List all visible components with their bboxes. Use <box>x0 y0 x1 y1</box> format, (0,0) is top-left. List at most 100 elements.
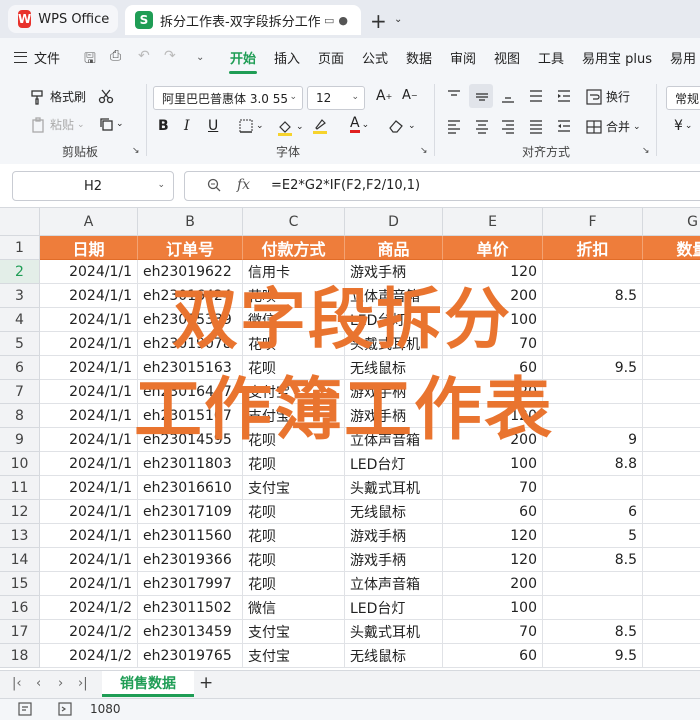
table-cell[interactable]: eh23011560 <box>138 524 243 548</box>
align-top-icon[interactable] <box>446 88 462 104</box>
table-cell[interactable]: 信用卡 <box>243 260 345 284</box>
table-cell[interactable]: LED台灯 <box>345 308 443 332</box>
row-header[interactable]: 17 <box>0 620 40 644</box>
table-cell[interactable]: 200 <box>443 284 543 308</box>
table-cell[interactable] <box>643 596 700 620</box>
row-header[interactable]: 4 <box>0 308 40 332</box>
table-cell[interactable]: 2024/1/1 <box>40 500 138 524</box>
table-cell[interactable] <box>543 380 643 404</box>
table-cell[interactable]: 2024/1/1 <box>40 380 138 404</box>
table-cell[interactable] <box>543 404 643 428</box>
table-cell[interactable]: 2024/1/1 <box>40 452 138 476</box>
table-cell[interactable]: eh23019078 <box>138 332 243 356</box>
table-cell[interactable] <box>543 308 643 332</box>
wps-office-tab[interactable]: W WPS Office <box>8 5 118 33</box>
table-cell[interactable]: 70 <box>443 620 543 644</box>
clipboard-launcher-icon[interactable]: ↘ <box>132 146 140 156</box>
table-cell[interactable] <box>643 644 700 668</box>
table-cell[interactable]: 100 <box>443 596 543 620</box>
table-cell[interactable]: eh23019765 <box>138 644 243 668</box>
select-all-corner[interactable] <box>0 208 40 236</box>
table-cell[interactable]: 2024/1/1 <box>40 428 138 452</box>
table-cell[interactable]: eh23015339 <box>138 308 243 332</box>
table-cell[interactable]: 2024/1/1 <box>40 404 138 428</box>
new-tab-icon[interactable]: + <box>370 9 387 33</box>
table-cell[interactable]: 70 <box>443 332 543 356</box>
row-header[interactable]: 9 <box>0 428 40 452</box>
font-color-icon[interactable]: A ⌄ <box>350 116 369 133</box>
format-painter-button[interactable]: 格式刷 <box>30 88 86 105</box>
merge-button[interactable]: 合并 ⌄ <box>586 118 641 135</box>
tab-yiyong[interactable]: 易用 <box>670 48 696 67</box>
indent-icon[interactable] <box>556 88 572 104</box>
tab-page[interactable]: 页面 <box>318 48 344 67</box>
table-cell[interactable]: 头戴式耳机 <box>345 332 443 356</box>
table-cell[interactable]: 9.5 <box>543 644 643 668</box>
font-launcher-icon[interactable]: ↘ <box>420 146 428 156</box>
row-header[interactable]: 14 <box>0 548 40 572</box>
table-cell[interactable] <box>643 260 700 284</box>
tab-status-dot-icon[interactable]: ● <box>338 14 348 27</box>
table-cell[interactable]: 支付宝 <box>243 404 345 428</box>
table-cell[interactable]: 60 <box>443 356 543 380</box>
row-header[interactable]: 2 <box>0 260 40 284</box>
table-cell[interactable]: 花呗 <box>243 500 345 524</box>
row-header[interactable]: 13 <box>0 524 40 548</box>
table-cell[interactable]: LED台灯 <box>345 452 443 476</box>
table-cell[interactable]: 2024/1/1 <box>40 356 138 380</box>
spreadsheet-grid[interactable]: A B C D E F G 1 2 3 4 5 6 7 8 9 10 11 12 13 14 15 16 17 18 日期 订单号付… <box>0 208 700 670</box>
row-header[interactable]: 6 <box>0 356 40 380</box>
table-header-cell[interactable]: 折扣 <box>543 236 643 260</box>
table-cell[interactable]: 60 <box>443 500 543 524</box>
table-cell[interactable] <box>643 332 700 356</box>
table-cell[interactable]: eh23015107 <box>138 404 243 428</box>
table-cell[interactable]: eh23013459 <box>138 620 243 644</box>
increase-font-icon[interactable]: A + <box>376 88 392 104</box>
column-header-g[interactable]: G <box>643 208 700 236</box>
column-header-a[interactable]: A <box>40 208 138 236</box>
column-header-d[interactable]: D <box>345 208 443 236</box>
tab-insert[interactable]: 插入 <box>274 48 300 67</box>
table-cell[interactable] <box>643 380 700 404</box>
file-menu[interactable]: 文件 <box>14 48 60 67</box>
bold-icon[interactable]: B <box>158 118 169 134</box>
align-right-icon[interactable] <box>500 118 516 134</box>
border-icon[interactable]: ⌄ <box>238 118 264 134</box>
undo-icon[interactable]: ↶ <box>138 48 150 64</box>
clear-format-icon[interactable]: ⌄ <box>388 118 416 134</box>
table-cell[interactable] <box>643 572 700 596</box>
table-cell[interactable]: eh23016447 <box>138 380 243 404</box>
table-cell[interactable]: eh23016610 <box>138 476 243 500</box>
table-header-cell[interactable]: 数量 <box>643 236 700 260</box>
table-cell[interactable]: 立体声音箱 <box>345 428 443 452</box>
last-sheet-icon[interactable]: ›| <box>78 676 88 691</box>
table-cell[interactable]: 9.5 <box>543 356 643 380</box>
table-cell[interactable]: 2024/1/1 <box>40 476 138 500</box>
table-cell[interactable]: 花呗 <box>243 524 345 548</box>
column-header-b[interactable]: B <box>138 208 243 236</box>
table-header-cell[interactable]: 商品 <box>345 236 443 260</box>
table-cell[interactable] <box>543 476 643 500</box>
table-cell[interactable]: 头戴式耳机 <box>345 476 443 500</box>
name-box[interactable]: H2 ⌄ <box>12 171 174 201</box>
outdent-icon[interactable] <box>556 118 572 134</box>
table-cell[interactable] <box>543 572 643 596</box>
table-cell[interactable]: eh23019622 <box>138 260 243 284</box>
zoom-search-icon[interactable] <box>207 178 221 196</box>
table-cell[interactable]: 支付宝 <box>243 644 345 668</box>
table-cell[interactable] <box>643 500 700 524</box>
table-cell[interactable]: eh23017997 <box>138 572 243 596</box>
table-cell[interactable]: 8.8 <box>543 452 643 476</box>
column-header-e[interactable]: E <box>443 208 543 236</box>
table-cell[interactable]: 游戏手柄 <box>345 380 443 404</box>
sum-info-icon[interactable] <box>58 702 72 720</box>
prev-sheet-icon[interactable]: ‹ <box>36 676 41 691</box>
table-cell[interactable]: 支付宝 <box>243 380 345 404</box>
table-cell[interactable]: eh23011803 <box>138 452 243 476</box>
font-size-dropdown[interactable]: 12 ⌄ <box>307 86 365 110</box>
table-cell[interactable]: 2024/1/1 <box>40 524 138 548</box>
table-header-cell[interactable]: 订单号 <box>138 236 243 260</box>
table-cell[interactable]: 120 <box>443 548 543 572</box>
table-cell[interactable] <box>643 524 700 548</box>
table-cell[interactable]: 微信 <box>243 596 345 620</box>
